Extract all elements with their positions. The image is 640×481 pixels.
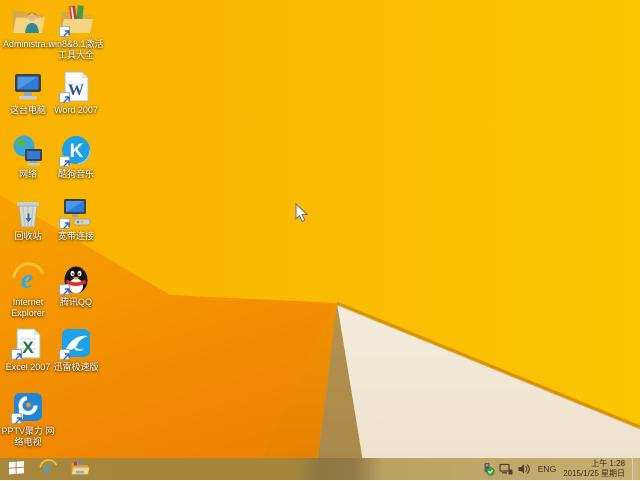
computer-icon — [15, 74, 41, 100]
shortcut-arrow-icon — [59, 284, 70, 295]
svg-text:e: e — [44, 460, 51, 477]
desktop-icon-label: 腾讯QQ — [59, 297, 92, 307]
start-button[interactable] — [0, 458, 32, 480]
desktop-icon-label: 迅雷极速版 — [53, 362, 99, 372]
usb-safely-remove-icon[interactable] — [481, 462, 495, 476]
desktop-icon-win8-activation-tools[interactable]: win8&8.1激活工具大全 — [48, 4, 104, 61]
desktop-icon-label: 酷狗音乐 — [57, 169, 94, 179]
volume-icon[interactable] — [517, 462, 531, 476]
desktop-icon-label: 宽带连接 — [57, 231, 94, 241]
desktop-icon-label: Word 2007 — [54, 105, 98, 115]
desktop-icon-label: PPTV聚力 网络电视 — [1, 426, 55, 447]
desktop-surface[interactable]: Administra... win8&8.1激活工具大全 这台电脑 W Word… — [0, 0, 640, 480]
file-explorer-icon — [70, 459, 90, 480]
system-tray: ENG 上午 1:28 2015/1/25 星期日 — [481, 458, 640, 480]
shortcut-arrow-icon — [11, 349, 22, 360]
language-indicator[interactable]: ENG — [535, 464, 559, 474]
internet-explorer-icon: e — [38, 458, 58, 481]
desktop-icon-broadband-connection[interactable]: 宽带连接 — [48, 196, 104, 242]
shortcut-arrow-icon — [59, 156, 70, 167]
shortcut-arrow-icon — [59, 349, 70, 360]
network-status-icon[interactable] — [499, 462, 513, 476]
show-desktop-button[interactable] — [632, 458, 638, 480]
desktop-icon-pptv[interactable]: PPTV聚力 网络电视 — [0, 391, 56, 448]
desktop-icon-kugou-music[interactable]: K 酷狗音乐 — [48, 134, 104, 180]
network-globe-icon — [13, 135, 42, 166]
shortcut-arrow-icon — [59, 218, 70, 229]
internet-explorer-icon: e — [12, 262, 44, 295]
desktop-icon-label: win8&8.1激活工具大全 — [48, 39, 104, 60]
clock-time: 上午 1:28 — [591, 459, 625, 468]
mouse-cursor — [295, 203, 309, 223]
recycle-bin-icon — [17, 202, 39, 228]
clock-date: 2015/1/25 星期日 — [563, 469, 625, 478]
desktop-icon-xunlei-speed[interactable]: 迅雷极速版 — [48, 327, 104, 373]
shortcut-arrow-icon — [59, 26, 70, 37]
taskbar-explorer-button[interactable] — [64, 458, 96, 480]
clock[interactable]: 上午 1:28 2015/1/25 星期日 — [563, 459, 628, 479]
shortcut-arrow-icon — [59, 92, 70, 103]
shortcut-arrow-icon — [11, 413, 22, 424]
taskbar: e ENG 上午 1:28 2015/1/25 星期日 — [0, 458, 640, 480]
user-folder-icon — [13, 11, 45, 33]
desktop-icon-word-2007[interactable]: W Word 2007 — [48, 70, 104, 116]
desktop-icon-tencent-qq[interactable]: 腾讯QQ — [48, 262, 104, 308]
svg-text:X: X — [22, 338, 34, 357]
windows-start-icon — [8, 460, 25, 478]
taskbar-ie-button[interactable]: e — [32, 458, 64, 480]
svg-text:e: e — [21, 264, 33, 295]
